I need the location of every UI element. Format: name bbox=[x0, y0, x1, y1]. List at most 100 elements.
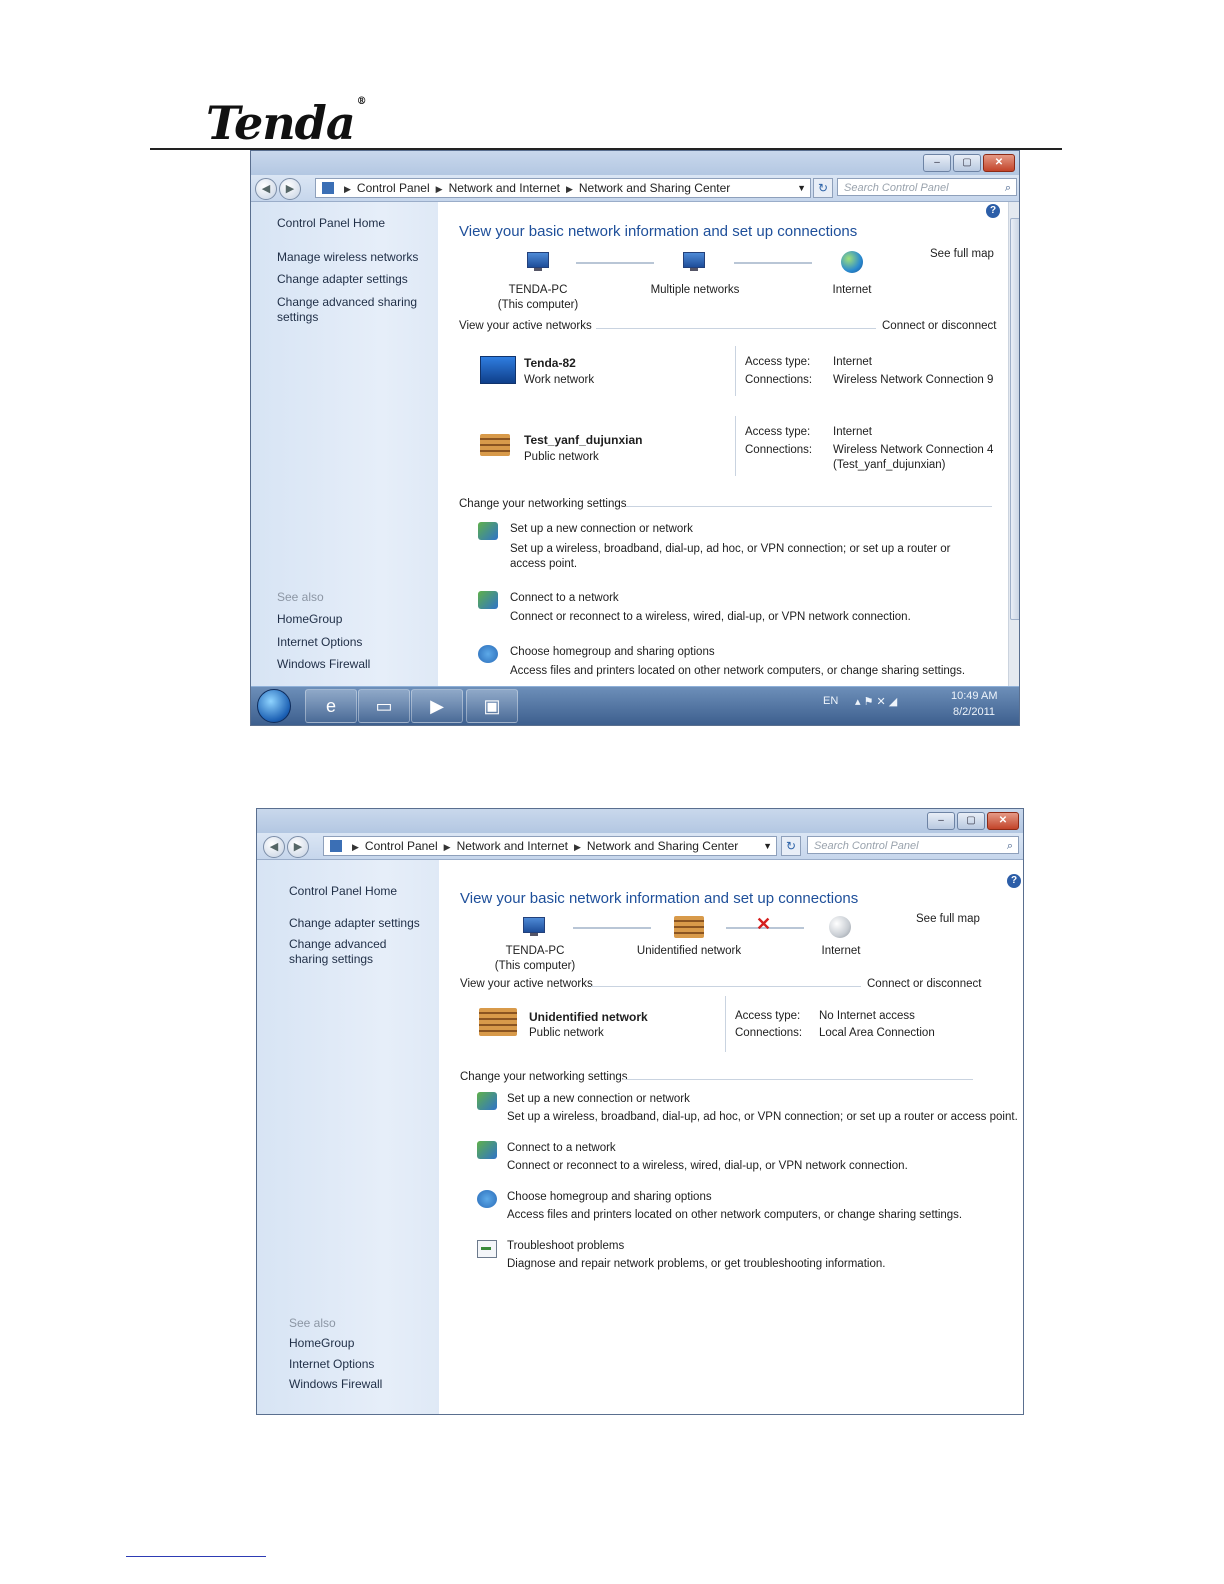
page-heading: View your basic network information and … bbox=[459, 223, 858, 240]
network-type-link[interactable]: Public network bbox=[524, 451, 599, 463]
computer-icon bbox=[527, 252, 549, 271]
homegroup-link[interactable]: HomeGroup bbox=[277, 612, 342, 626]
manage-wireless-networks-link[interactable]: Manage wireless networks bbox=[277, 250, 418, 264]
restore-button[interactable]: ▢ bbox=[953, 154, 981, 172]
connect-disconnect-link[interactable]: Connect or disconnect bbox=[882, 320, 996, 332]
network-name: Unidentified network bbox=[529, 1010, 648, 1024]
homegroup-sharing-link[interactable]: Choose homegroup and sharing options bbox=[507, 1191, 712, 1203]
divider bbox=[735, 416, 736, 476]
breadcrumb-control-panel[interactable]: Control Panel bbox=[365, 839, 438, 853]
globe-icon bbox=[829, 916, 851, 938]
tray-icons[interactable]: ▴ ⚑ ✕ ◢ bbox=[855, 695, 897, 708]
back-button[interactable]: ◀ bbox=[255, 178, 277, 200]
network-type-link[interactable]: Work network bbox=[524, 374, 594, 386]
address-bar[interactable]: ▶ Control Panel ▶ Network and Internet ▶ Netw… bbox=[315, 178, 811, 198]
main-content: ? View your basic network information an… bbox=[439, 860, 1023, 1414]
breadcrumb-network-sharing[interactable]: Network and Sharing Center bbox=[579, 181, 730, 195]
wireless-connection-9-link[interactable]: Wireless Network Connection 9 bbox=[833, 374, 993, 386]
footer-rule bbox=[126, 1556, 266, 1557]
setup-connection-icon bbox=[477, 1092, 497, 1110]
setup-connection-link[interactable]: Set up a new connection or network bbox=[510, 523, 693, 535]
control-panel-icon bbox=[330, 840, 342, 852]
close-button[interactable]: ✕ bbox=[983, 154, 1015, 172]
control-panel-home-link[interactable]: Control Panel Home bbox=[289, 884, 397, 898]
change-adapter-settings-link[interactable]: Change adapter settings bbox=[277, 272, 408, 286]
section-divider bbox=[626, 506, 992, 507]
main-content: ? View your basic network information an… bbox=[438, 202, 1019, 687]
see-full-map-link[interactable]: See full map bbox=[916, 913, 980, 925]
back-button[interactable]: ◀ bbox=[263, 836, 285, 858]
divider bbox=[725, 996, 726, 1052]
breadcrumb-network-internet[interactable]: Network and Internet bbox=[457, 839, 568, 853]
refresh-icon[interactable]: ↻ bbox=[813, 178, 833, 198]
breadcrumb-network-sharing[interactable]: Network and Sharing Center bbox=[587, 839, 738, 853]
troubleshoot-desc: Diagnose and repair network problems, or… bbox=[507, 1258, 886, 1270]
windows-firewall-link[interactable]: Windows Firewall bbox=[289, 1377, 382, 1391]
folder-icon[interactable]: ▭ bbox=[358, 689, 410, 723]
connect-disconnect-link[interactable]: Connect or disconnect bbox=[867, 978, 981, 990]
access-type-label: Access type: bbox=[745, 356, 811, 368]
restore-button[interactable]: ▢ bbox=[957, 812, 985, 830]
internet-explorer-icon[interactable]: e bbox=[305, 689, 357, 723]
windows-firewall-link[interactable]: Windows Firewall bbox=[277, 657, 370, 671]
troubleshoot-link[interactable]: Troubleshoot problems bbox=[507, 1240, 624, 1252]
access-type-label: Access type: bbox=[735, 1010, 801, 1022]
network-name: Tenda-82 bbox=[524, 356, 576, 370]
globe-icon bbox=[841, 251, 863, 273]
scroll-thumb[interactable] bbox=[1010, 218, 1019, 620]
homegroup-icon bbox=[477, 1190, 497, 1208]
search-icon: ⌕ bbox=[1006, 840, 1013, 852]
control-panel-home-link[interactable]: Control Panel Home bbox=[277, 216, 385, 230]
vertical-scrollbar[interactable] bbox=[1008, 202, 1019, 687]
see-full-map-link[interactable]: See full map bbox=[930, 248, 994, 260]
connect-network-icon bbox=[477, 1141, 497, 1159]
bench-icon bbox=[479, 1008, 517, 1036]
language-indicator[interactable]: EN bbox=[823, 695, 838, 707]
forward-button[interactable]: ▶ bbox=[279, 178, 301, 200]
access-type-value: Internet bbox=[833, 426, 872, 438]
address-bar[interactable]: ▶ Control Panel ▶ Network and Internet ▶ Netw… bbox=[323, 836, 777, 856]
homegroup-sharing-desc: Access files and printers located on oth… bbox=[507, 1209, 963, 1221]
network-window-icon[interactable]: ▣ bbox=[466, 689, 518, 723]
change-advanced-sharing-link[interactable]: Change advanced sharing settings bbox=[277, 295, 427, 325]
breadcrumb-network-internet[interactable]: Network and Internet bbox=[449, 181, 560, 195]
breadcrumb-control-panel[interactable]: Control Panel bbox=[357, 181, 430, 195]
network-name: Test_yanf_dujunxian bbox=[524, 433, 643, 447]
connect-network-link[interactable]: Connect to a network bbox=[510, 592, 619, 604]
connector-line bbox=[576, 262, 654, 264]
chevron-down-icon[interactable]: ▼ bbox=[797, 179, 806, 197]
clock-date[interactable]: 8/2/2011 bbox=[953, 706, 995, 718]
network-type: Public network bbox=[529, 1027, 604, 1039]
minimize-button[interactable]: – bbox=[923, 154, 951, 172]
page-heading: View your basic network information and … bbox=[460, 890, 859, 907]
internet-label: Internet bbox=[821, 945, 861, 957]
homegroup-sharing-link[interactable]: Choose homegroup and sharing options bbox=[510, 646, 715, 658]
minimize-button[interactable]: – bbox=[927, 812, 955, 830]
connection-ssid[interactable]: (Test_yanf_dujunxian) bbox=[833, 459, 946, 471]
computer-icon bbox=[523, 917, 545, 936]
wireless-connection-4-link[interactable]: Wireless Network Connection 4 bbox=[833, 444, 993, 456]
start-button[interactable] bbox=[257, 689, 291, 723]
internet-options-link[interactable]: Internet Options bbox=[277, 635, 362, 649]
change-advanced-sharing-link[interactable]: Change advanced sharing settings bbox=[289, 937, 429, 967]
local-area-connection-link[interactable]: Local Area Connection bbox=[819, 1027, 935, 1039]
search-input[interactable]: Search Control Panel ⌕ bbox=[837, 178, 1017, 196]
internet-options-link[interactable]: Internet Options bbox=[289, 1357, 374, 1371]
homegroup-link[interactable]: HomeGroup bbox=[289, 1336, 354, 1350]
networks-icon bbox=[683, 252, 705, 271]
change-adapter-settings-link[interactable]: Change adapter settings bbox=[289, 916, 420, 930]
internet-label: Internet bbox=[832, 284, 872, 296]
close-button[interactable]: ✕ bbox=[987, 812, 1019, 830]
clock-time[interactable]: 10:49 AM bbox=[951, 690, 997, 702]
help-icon[interactable]: ? bbox=[986, 204, 1000, 218]
search-input[interactable]: Search Control Panel ⌕ bbox=[807, 836, 1019, 854]
forward-button[interactable]: ▶ bbox=[287, 836, 309, 858]
media-player-icon[interactable]: ▶ bbox=[411, 689, 463, 723]
setup-connection-link[interactable]: Set up a new connection or network bbox=[507, 1093, 690, 1105]
chevron-down-icon[interactable]: ▼ bbox=[763, 837, 772, 855]
refresh-icon[interactable]: ↻ bbox=[781, 836, 801, 856]
navigation-bar: ◀ ▶ ▶ Control Panel ▶ Network and Internet ▶… bbox=[257, 833, 1023, 860]
section-divider bbox=[591, 986, 861, 987]
connect-network-link[interactable]: Connect to a network bbox=[507, 1142, 616, 1154]
help-icon[interactable]: ? bbox=[1007, 874, 1021, 888]
